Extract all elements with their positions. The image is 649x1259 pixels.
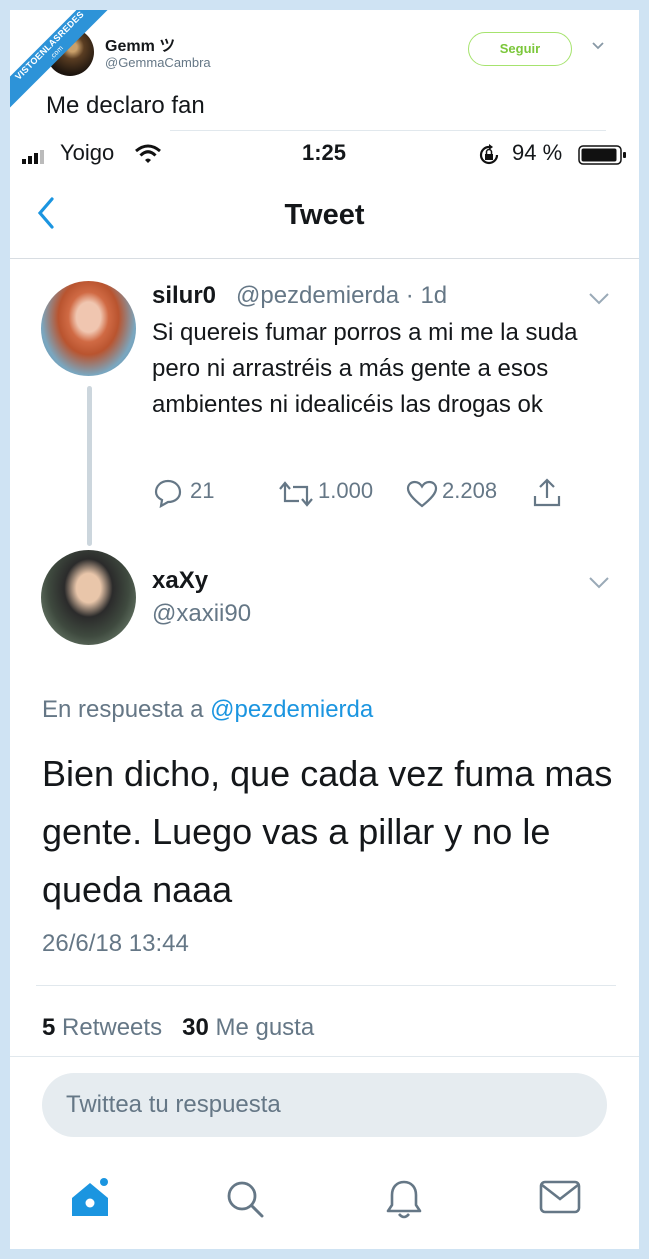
avatar[interactable]: [41, 281, 136, 376]
retweets-stat[interactable]: 5 Retweets: [42, 1014, 162, 1041]
thread-line: [87, 386, 92, 546]
notifications-icon[interactable]: [384, 1178, 424, 1222]
reply-icon[interactable]: [153, 478, 183, 508]
mention-link[interactable]: @pezdemierda: [210, 696, 373, 723]
share-icon[interactable]: [532, 476, 562, 508]
home-icon[interactable]: [68, 1178, 112, 1222]
tweet-text: Si quereis fumar porros a mi me la suda …: [152, 319, 578, 418]
messages-icon[interactable]: [538, 1178, 582, 1216]
reply-count: 21: [190, 478, 215, 503]
author-handle[interactable]: @xaxii90: [152, 600, 251, 628]
reply-prefix: En respuesta a: [42, 696, 204, 723]
signal-icon: [22, 150, 44, 164]
clock: 1:25: [302, 140, 347, 165]
reply-input[interactable]: Twittea tu respuesta: [42, 1073, 607, 1137]
chevron-down-icon[interactable]: [588, 292, 610, 306]
retweet-count: 1.000: [318, 478, 374, 503]
screenshot-frame: VISTOENLASREDES .com Gemm ツ @GemmaCambra…: [10, 10, 639, 1249]
page-title: Tweet: [284, 199, 365, 231]
battery-percent: 94 %: [512, 140, 563, 165]
retweet-icon[interactable]: [276, 480, 316, 508]
watermark-ribbon: VISTOENLASREDES .com: [10, 10, 150, 150]
heart-icon[interactable]: [406, 480, 438, 508]
tweet-text: Bien dicho, que cada vez fuma mas gente.…: [42, 753, 613, 910]
follow-button[interactable]: Seguir: [468, 32, 572, 66]
divider: [10, 1056, 639, 1057]
chevron-down-icon[interactable]: [588, 576, 610, 590]
watermark-text: VISTOENLASREDES .com: [10, 10, 128, 124]
divider: [170, 130, 606, 131]
author-name[interactable]: silur0: [152, 282, 216, 310]
author-handle[interactable]: @pezdemierda · 1d: [236, 282, 447, 310]
rotation-lock-icon: [479, 144, 499, 165]
likes-stat[interactable]: 30 Me gusta: [182, 1014, 314, 1041]
divider: [36, 985, 616, 986]
avatar[interactable]: [41, 550, 136, 645]
like-count: 2.208: [442, 478, 498, 503]
search-icon[interactable]: [224, 1178, 266, 1220]
tweet-timestamp: 26/6/18 13:44: [42, 930, 189, 957]
chevron-down-icon[interactable]: [590, 40, 606, 52]
author-name[interactable]: xaXy: [152, 567, 208, 595]
battery-icon: [578, 145, 626, 165]
tweet-stats: 5 Retweets 30 Me gusta: [42, 1014, 314, 1042]
divider: [10, 258, 639, 259]
reply-context: En respuesta a @pezdemierda: [42, 696, 373, 724]
